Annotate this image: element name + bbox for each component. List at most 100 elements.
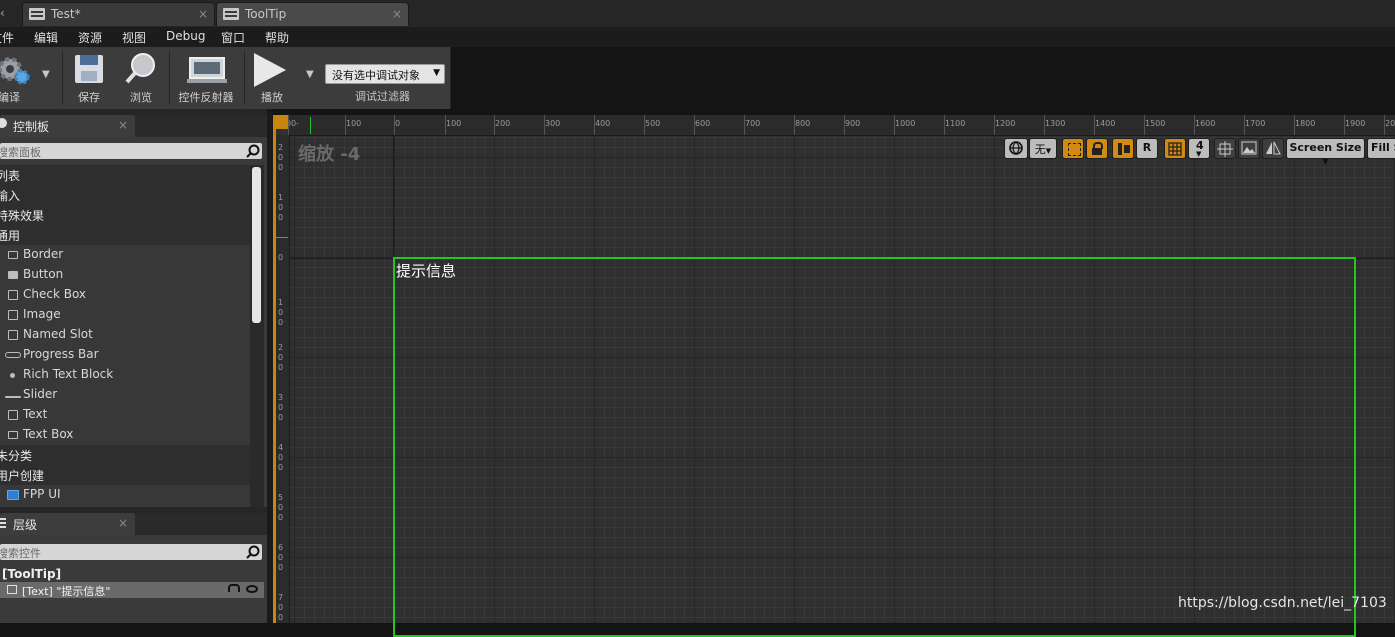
- debug-object-dropdown[interactable]: 没有选中调试对象 ▼: [325, 64, 445, 84]
- ruler-tick-label: 800: [795, 119, 811, 128]
- tooltip-widget-bounds[interactable]: 提示信息: [393, 257, 1356, 637]
- play-button[interactable]: 播放: [248, 47, 296, 109]
- ruler-tick-label: 600: [278, 543, 284, 572]
- hierarchy-panel: 层级 × 搜索控件 [ToolTip] [Text] "提示信息": [0, 507, 267, 623]
- palette-category-list[interactable]: 列表: [0, 165, 250, 185]
- widget-reflector-button[interactable]: 控件反射器: [172, 47, 240, 109]
- save-button[interactable]: 保存: [66, 47, 112, 109]
- ruler-tick: [644, 115, 645, 135]
- image-background-icon: [1241, 141, 1257, 155]
- grid-snap-toggle[interactable]: [1164, 138, 1186, 159]
- palette-item-button[interactable]: Button: [0, 265, 250, 285]
- flip-preview-button[interactable]: [1262, 138, 1284, 159]
- menu-window[interactable]: 窗口: [221, 29, 245, 46]
- close-icon[interactable]: ×: [198, 7, 208, 21]
- toolbar-separator: [62, 51, 63, 105]
- palette-category-input[interactable]: 输入: [0, 185, 250, 205]
- hierarchy-search-input[interactable]: 搜索控件: [0, 544, 262, 560]
- close-icon[interactable]: ×: [118, 118, 128, 132]
- palette-category-uncategorized[interactable]: 未分类: [0, 445, 250, 465]
- palette-tab[interactable]: 控制板 ×: [0, 115, 135, 137]
- menu-help[interactable]: 帮助: [265, 29, 289, 46]
- palette-item-text[interactable]: Text: [0, 405, 250, 425]
- tab-test-label: Test*: [51, 7, 81, 21]
- palette-icon: [0, 118, 7, 128]
- localization-culture-dropdown[interactable]: 无▼: [1029, 138, 1057, 159]
- visibility-eye-icon[interactable]: [246, 585, 258, 593]
- respect-locks-button[interactable]: [1086, 138, 1108, 159]
- menu-file[interactable]: 文件: [0, 29, 14, 46]
- local-space-toggle[interactable]: R: [1136, 138, 1158, 159]
- close-icon[interactable]: ×: [392, 7, 402, 21]
- ruler-tick: [1344, 115, 1345, 135]
- compile-options-chevron-icon[interactable]: ▼: [42, 69, 50, 80]
- tooltip-text-widget[interactable]: 提示信息: [396, 260, 456, 281]
- palette-item-text-box[interactable]: Text Box: [0, 425, 250, 445]
- back-arrow-icon[interactable]: ‹: [0, 6, 5, 20]
- save-disk-icon: [75, 55, 103, 83]
- snap-layout-icon-part: [1124, 145, 1130, 153]
- show-dashed-outline-button[interactable]: [1062, 138, 1084, 159]
- ruler-tick-label: 300: [278, 393, 284, 422]
- grid-icon: [1168, 142, 1182, 156]
- chevron-down-icon: ▼: [1045, 147, 1052, 155]
- palette-item-border[interactable]: Border: [0, 245, 250, 265]
- tab-tooltip[interactable]: ToolTip ×: [216, 2, 409, 26]
- ruler-tick: [694, 115, 695, 135]
- palette-item-fpp-ui[interactable]: FPP UI: [0, 485, 250, 505]
- ruler-tick: [1094, 115, 1095, 135]
- ruler-tick: [544, 115, 545, 135]
- compile-button[interactable]: 编译: [0, 47, 40, 109]
- menu-edit[interactable]: 编辑: [34, 29, 58, 46]
- hierarchy-tab[interactable]: 层级 ×: [0, 513, 135, 535]
- ruler-tick-label: 100: [346, 119, 362, 128]
- zoom-level-label: 缩放 -4: [298, 144, 361, 165]
- hierarchy-root[interactable]: [ToolTip]: [2, 567, 61, 581]
- hierarchy-row-text[interactable]: [Text] "提示信息": [0, 582, 264, 598]
- search-icon: [246, 144, 260, 158]
- magnifier-icon: [125, 53, 155, 84]
- screen-size-dropdown[interactable]: Screen Size ▼: [1286, 138, 1365, 166]
- snap-layout-icon: [1118, 143, 1122, 155]
- palette-item-named-slot[interactable]: Named Slot: [0, 325, 250, 345]
- ruler-tick: [1044, 115, 1045, 135]
- ruler-tick: [1244, 115, 1245, 135]
- palette-item-image[interactable]: Image: [0, 305, 250, 325]
- dashed-outline-icon: [1068, 143, 1081, 156]
- menu-debug[interactable]: Debug: [166, 29, 205, 43]
- ruler-tick-label: 200: [495, 119, 511, 128]
- gear-icon: [0, 57, 30, 85]
- tab-test[interactable]: Test* ×: [22, 2, 215, 26]
- palette-category-common[interactable]: 通用: [0, 225, 250, 245]
- palette-scrollbar-thumb[interactable]: [252, 167, 261, 323]
- vertical-ruler[interactable]: 200 100 0 100 200 300 400 500 600 700: [276, 135, 290, 623]
- compile-label: 编译: [0, 91, 20, 104]
- palette-category-user-created[interactable]: 用户创建: [0, 465, 250, 485]
- palette-search-input[interactable]: 搜索面板: [0, 143, 262, 159]
- palette-item-check-box[interactable]: Check Box: [0, 285, 250, 305]
- ruler-tick-label: 300: [545, 119, 561, 128]
- menu-view[interactable]: 视图: [122, 29, 146, 46]
- ruler-cursor-marker-y: [276, 237, 288, 238]
- zoom-to-fit-button[interactable]: [1214, 138, 1236, 159]
- horizontal-ruler[interactable]: -100100010020030040050060070080090010001…: [288, 115, 1395, 136]
- fill-screen-dropdown[interactable]: Fill S: [1367, 138, 1395, 159]
- palette-item-progress-bar[interactable]: Progress Bar: [0, 345, 250, 365]
- hierarchy-row-label: [Text] "提示信息": [22, 585, 111, 598]
- toolbar-separator: [244, 51, 245, 105]
- localization-preview-button[interactable]: [1004, 138, 1028, 159]
- grid-size-dropdown[interactable]: 4 ▼: [1188, 138, 1210, 159]
- palette-category-special-effects[interactable]: 特殊效果: [0, 205, 250, 225]
- ruler-tick: [1294, 115, 1295, 135]
- palette-item-slider[interactable]: Slider: [0, 385, 250, 405]
- close-icon[interactable]: ×: [118, 516, 128, 530]
- palette-scrollbar-track[interactable]: [250, 165, 264, 509]
- palette-item-rich-text-block[interactable]: Rich Text Block: [0, 365, 250, 385]
- widget-blueprint-icon: [223, 8, 239, 20]
- preview-background-button[interactable]: [1238, 138, 1260, 159]
- browse-button[interactable]: 浏览: [116, 47, 166, 109]
- play-options-chevron-icon[interactable]: ▼: [306, 69, 314, 80]
- snap-to-layout-button[interactable]: [1112, 138, 1134, 159]
- menu-asset[interactable]: 资源: [78, 29, 102, 46]
- lock-icon[interactable]: [228, 584, 240, 592]
